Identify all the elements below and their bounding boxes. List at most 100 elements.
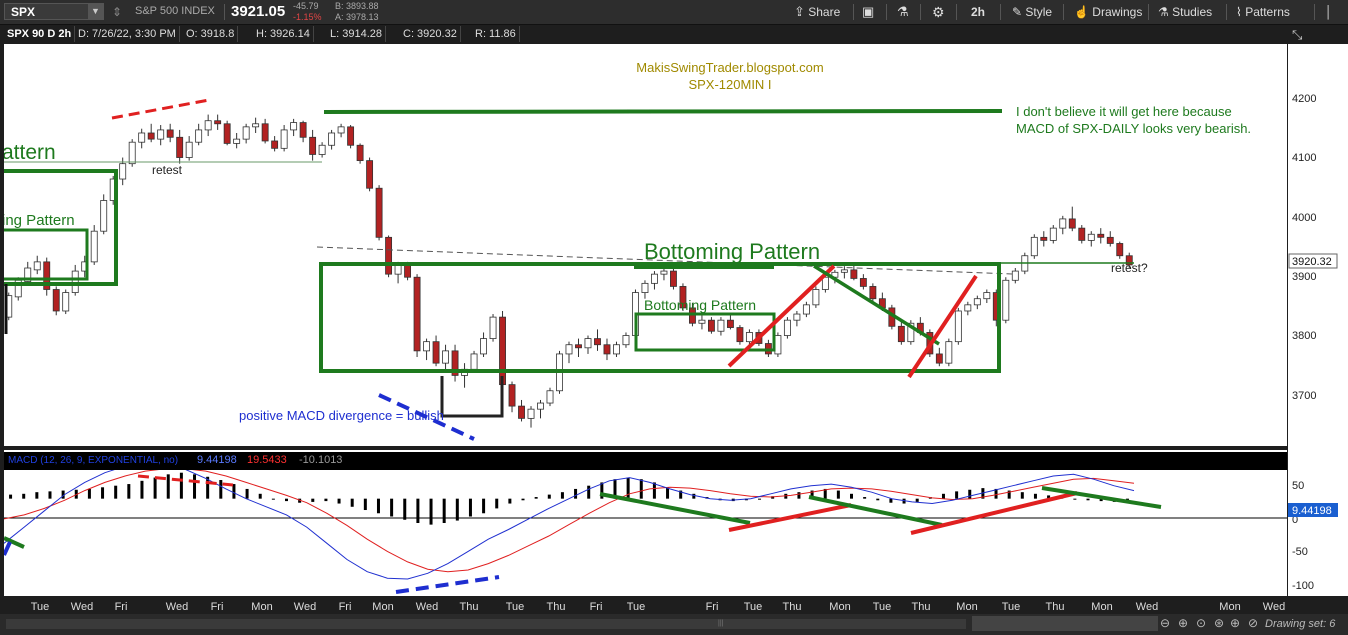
macd-chart-area[interactable] xyxy=(4,450,1287,596)
macd-divergence-label: positive MACD divergence = bullish xyxy=(239,408,444,423)
candle-body xyxy=(698,319,706,324)
timeframe-button[interactable]: 2h xyxy=(971,3,985,21)
expand-icon[interactable]: ⇕ xyxy=(112,5,122,19)
macd-hist-bar xyxy=(560,492,564,499)
time-axis-label: Mon xyxy=(829,601,850,613)
macd-hist-bar xyxy=(219,480,223,499)
macd-hist-bar xyxy=(232,484,236,499)
macd-current-text: 9.44198 xyxy=(1292,505,1332,517)
macd-hist-bar xyxy=(968,489,972,499)
candle-body xyxy=(641,282,649,293)
zoom-in-icon[interactable]: ⊕ xyxy=(1178,616,1188,630)
macd-hist-bar xyxy=(482,498,486,514)
price-scale[interactable]: 4200 4100 4000 3900 3800 3700 3920.32 50… xyxy=(1288,44,1348,596)
divider xyxy=(1314,4,1315,20)
studies-button[interactable]: ⚗ Studies xyxy=(1158,3,1212,21)
macd-hist-bar xyxy=(495,498,499,509)
share-button[interactable]: ⇪ Share xyxy=(794,3,840,21)
macd-hist-bar xyxy=(35,492,39,499)
macd-hist-bar xyxy=(140,480,144,499)
macd-hist-bar xyxy=(587,485,591,499)
candle-body xyxy=(783,319,791,336)
candle-body xyxy=(432,341,440,364)
macd-hist-bar xyxy=(876,498,880,501)
macd-hist-bar xyxy=(350,498,354,507)
time-axis-label: Fri xyxy=(115,601,128,613)
candle-body xyxy=(859,278,867,287)
symbol-selector[interactable]: SPX ▼ xyxy=(4,3,104,20)
macd-hist-bar xyxy=(193,474,197,499)
note-line-1: I don't believe it will get here because xyxy=(1016,104,1232,119)
macd-tick: -100 xyxy=(1292,580,1314,592)
macd-hist-bar xyxy=(101,487,105,499)
candle-body xyxy=(983,292,991,300)
macd-hist-bar xyxy=(416,498,420,523)
candle-body xyxy=(1106,236,1114,244)
chevron-down-icon[interactable]: ▼ xyxy=(88,4,103,19)
macd-tick: -50 xyxy=(1292,546,1308,558)
time-axis-label: Fri xyxy=(706,601,719,613)
candle-body xyxy=(442,350,449,364)
candle-body xyxy=(1040,236,1048,241)
candle-body xyxy=(945,341,953,364)
candle-body xyxy=(736,327,744,343)
candle-body xyxy=(1002,279,1010,321)
scroll-grip[interactable]: ||| xyxy=(718,620,730,628)
patterns-button[interactable]: ⌇ Patterns xyxy=(1236,3,1290,21)
pattern-label-left-2: ing Pattern xyxy=(4,212,75,229)
divider xyxy=(956,4,957,20)
small-box-top xyxy=(634,265,774,269)
candle-body xyxy=(242,126,250,140)
macd-drawings xyxy=(4,474,1162,594)
price-tick: 4100 xyxy=(1292,152,1316,164)
candle-body xyxy=(508,384,516,407)
divider xyxy=(886,4,887,20)
time-axis-label: Tue xyxy=(506,601,525,613)
time-axis-label: Thu xyxy=(912,601,931,613)
crosshair-icon[interactable]: ⊕ xyxy=(1230,616,1240,630)
time-axis-label: Tue xyxy=(744,601,763,613)
candle-body xyxy=(356,144,364,162)
time-axis[interactable]: Tue Wed Fri Wed Fri Mon Wed Fri Mon Wed Thu Tue Thu F… xyxy=(0,598,1348,614)
macd-hist-bar xyxy=(508,498,512,504)
gear-icon[interactable]: ⚙ xyxy=(932,3,945,21)
macd-hist-bar xyxy=(574,488,578,499)
time-axis-label: Tue xyxy=(627,601,646,613)
info-open: O: 3918.8 xyxy=(183,26,239,42)
candle-body xyxy=(869,286,877,300)
drawings xyxy=(4,98,1134,441)
time-axis-label: Wed xyxy=(1263,601,1285,613)
ask-price: A: 3978.13 xyxy=(335,12,379,22)
candle-body xyxy=(271,140,279,149)
net-change: -45.79 xyxy=(293,1,319,11)
magnifier-icon[interactable]: ⊙ xyxy=(1196,616,1206,630)
patterns-label: Patterns xyxy=(1245,5,1290,19)
time-axis-labels: Tue Wed Fri Wed Fri Mon Wed Fri Mon Wed Thu Tue Thu F… xyxy=(31,601,1285,613)
bottom-bar: ||| ⊖ ⊕ ⊙ ⊛ ⊕ ⊘ Drawing set: 6 xyxy=(0,614,1348,635)
time-axis-label: Fri xyxy=(211,601,224,613)
collapse-icon[interactable]: ⤡ xyxy=(1292,27,1302,43)
bid-price: B: 3893.88 xyxy=(335,1,379,11)
candle-body xyxy=(489,316,497,339)
candle-body xyxy=(176,136,184,158)
candle-body xyxy=(1059,218,1067,229)
flask-icon[interactable]: ⚗ xyxy=(897,3,909,21)
price-chart-area[interactable]: MakisSwingTrader.blogspot.com SPX-120MIN… xyxy=(4,44,1287,446)
time-axis-label: Tue xyxy=(873,601,892,613)
price-tick: 4000 xyxy=(1292,212,1316,224)
zoom-out-icon[interactable]: ⊖ xyxy=(1160,616,1170,630)
pan-icon[interactable]: ⊛ xyxy=(1214,616,1224,630)
candle-body xyxy=(802,304,810,315)
retest-label: retest xyxy=(152,163,183,177)
save-icon[interactable]: ▣ xyxy=(862,3,874,21)
reset-icon[interactable]: ⊘ xyxy=(1248,616,1258,630)
more-icon[interactable]: │ xyxy=(1325,3,1333,21)
drawings-button[interactable]: ☝ Drawings xyxy=(1074,3,1142,21)
time-axis-label: Tue xyxy=(1002,601,1021,613)
macd-value: 9.44198 xyxy=(197,454,237,466)
horizontal-scrollbar[interactable]: ||| xyxy=(6,619,966,629)
zoom-bar[interactable] xyxy=(972,616,1158,631)
patterns-icon: ⌇ xyxy=(1236,5,1242,19)
style-button[interactable]: ✎ Style xyxy=(1012,3,1052,21)
macd-header: MACD (12, 26, 9, EXPONENTIAL, no) 9.4419… xyxy=(4,452,1287,470)
